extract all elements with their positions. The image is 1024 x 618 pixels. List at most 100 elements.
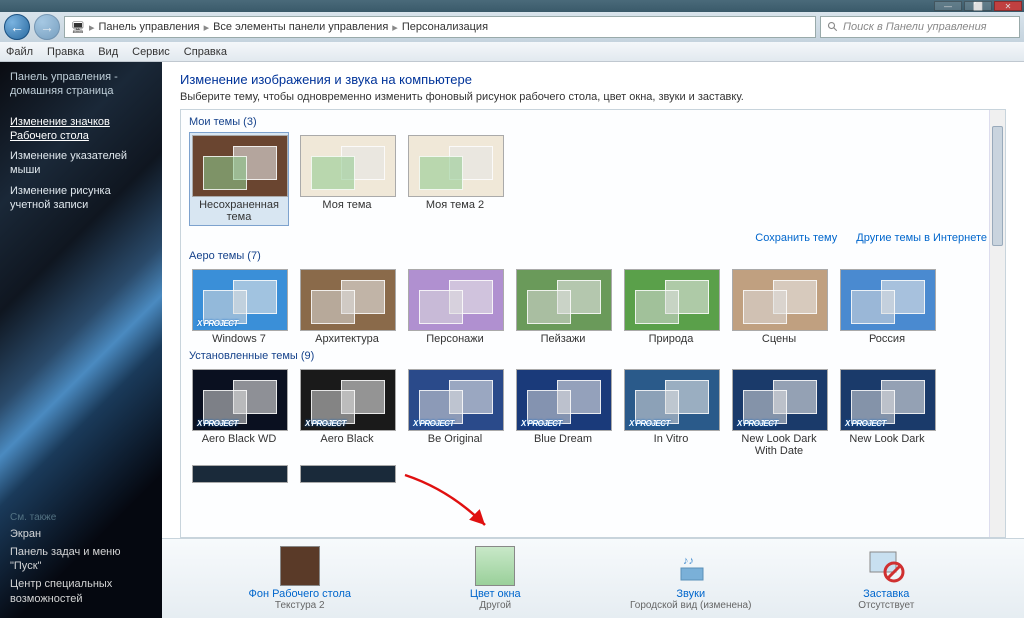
theme-label: Несохраненная тема — [192, 199, 286, 223]
option-label: Цвет окна — [425, 588, 565, 600]
menu-file[interactable]: Файл — [6, 46, 33, 58]
section-my-themes: Мои темы (3) — [189, 116, 997, 128]
theme-label: New Look Dark With Date — [732, 433, 826, 457]
theme-thumbnail: X PROJECT — [192, 269, 288, 331]
option-label: Заставка — [816, 588, 956, 600]
theme-label: Aero Black WD — [192, 433, 286, 445]
theme-thumbnail — [408, 269, 504, 331]
theme-item[interactable]: Пейзажи — [513, 266, 613, 348]
theme-thumbnail — [192, 135, 288, 197]
bottom-options-bar: Фон Рабочего стола Текстура 2 Цвет окна … — [162, 538, 1024, 618]
theme-label: In Vitro — [624, 433, 718, 445]
theme-label: Персонажи — [408, 333, 502, 345]
menu-edit[interactable]: Правка — [47, 46, 84, 58]
theme-item[interactable]: X PROJECTAero Black — [297, 366, 397, 460]
theme-item[interactable]: X PROJECT In Vitro — [621, 366, 721, 460]
theme-item[interactable]: X PROJECTAero Black WD — [189, 366, 289, 460]
theme-item[interactable]: Природа — [621, 266, 721, 348]
minimize-button[interactable]: — — [934, 1, 962, 11]
theme-thumbnail: X PROJECT — [300, 369, 396, 431]
theme-label: Моя тема 2 — [408, 199, 502, 211]
search-icon — [827, 21, 839, 33]
sounds-option[interactable]: ♪♪ Звуки Городской вид (изменена) — [621, 546, 761, 611]
theme-item[interactable] — [297, 462, 397, 488]
theme-item[interactable]: Персонажи — [405, 266, 505, 348]
theme-thumbnail: X PROJECT — [516, 369, 612, 431]
theme-thumbnail — [300, 135, 396, 197]
theme-thumbnail — [300, 465, 396, 483]
theme-item[interactable]: X PROJECTNew Look Dark With Date — [729, 366, 829, 460]
maximize-button[interactable]: ⬜ — [964, 1, 992, 11]
computer-icon: 🖥 — [71, 21, 85, 34]
option-label: Звуки — [621, 588, 761, 600]
forward-button[interactable]: → — [34, 14, 60, 40]
wallpaper-icon — [280, 546, 320, 586]
svg-text:♪♪: ♪♪ — [683, 555, 694, 567]
scrollbar[interactable] — [989, 110, 1005, 537]
menu-help[interactable]: Справка — [184, 46, 227, 58]
scroll-thumb[interactable] — [992, 126, 1003, 246]
sidebar-link-account-picture[interactable]: Изменение рисунка учетной записи — [10, 184, 152, 213]
breadcrumb[interactable]: Все элементы панели управления — [213, 21, 388, 33]
back-button[interactable]: ← — [4, 14, 30, 40]
sidebar: Панель управления - домашняя страница Из… — [0, 62, 162, 618]
theme-item[interactable]: Россия — [837, 266, 937, 348]
theme-thumbnail — [732, 269, 828, 331]
theme-label: Be Original — [408, 433, 502, 445]
theme-label: Сцены — [732, 333, 826, 345]
breadcrumb[interactable]: Панель управления — [99, 21, 200, 33]
color-swatch-icon — [475, 546, 515, 586]
desktop-background-option[interactable]: Фон Рабочего стола Текстура 2 — [230, 546, 370, 611]
option-label: Фон Рабочего стола — [230, 588, 370, 600]
theme-thumbnail: X PROJECT — [408, 369, 504, 431]
save-theme-link[interactable]: Сохранить тему — [755, 232, 837, 244]
theme-thumbnail — [840, 269, 936, 331]
menu-bar: Файл Правка Вид Сервис Справка — [0, 42, 1024, 62]
theme-label: Архитектура — [300, 333, 394, 345]
screensaver-option[interactable]: Заставка Отсутствует — [816, 546, 956, 611]
theme-item[interactable]: X PROJECT Be Original — [405, 366, 505, 460]
theme-item[interactable] — [189, 462, 289, 488]
address-bar[interactable]: 🖥 ▸ Панель управления ▸ Все элементы пан… — [64, 16, 816, 38]
breadcrumb[interactable]: Персонализация — [402, 21, 488, 33]
option-sub: Городской вид (изменена) — [621, 600, 761, 611]
search-input[interactable]: Поиск в Панели управления — [820, 16, 1020, 38]
theme-thumbnail: X PROJECT — [624, 369, 720, 431]
close-button[interactable]: ✕ — [994, 1, 1022, 11]
theme-thumbnail — [516, 269, 612, 331]
sidebar-link-ease-of-access[interactable]: Центр специальных возможностей — [10, 577, 152, 606]
option-sub: Текстура 2 — [230, 600, 370, 611]
theme-item[interactable]: Моя тема — [297, 132, 397, 226]
sidebar-home-link[interactable]: Панель управления - домашняя страница — [10, 70, 152, 99]
menu-view[interactable]: Вид — [98, 46, 118, 58]
sidebar-link-taskbar[interactable]: Панель задач и меню "Пуск" — [10, 545, 152, 574]
window-title-bar: — ⬜ ✕ — [0, 0, 1024, 12]
window-color-option[interactable]: Цвет окна Другой — [425, 546, 565, 611]
chevron-right-icon: ▸ — [392, 21, 398, 34]
theme-item[interactable]: Сцены — [729, 266, 829, 348]
theme-item[interactable]: X PROJECTNew Look Dark — [837, 366, 937, 460]
sidebar-see-also-header: См. также — [10, 512, 152, 523]
theme-thumbnail — [192, 465, 288, 483]
option-sub: Другой — [425, 600, 565, 611]
theme-item[interactable]: Моя тема 2 — [405, 132, 505, 226]
theme-item[interactable]: X PROJECTWindows 7 — [189, 266, 289, 348]
chevron-right-icon: ▸ — [89, 21, 95, 34]
screensaver-icon — [866, 546, 906, 586]
theme-item[interactable]: Архитектура — [297, 266, 397, 348]
theme-item[interactable]: Несохраненная тема — [189, 132, 289, 226]
sidebar-link-display[interactable]: Экран — [10, 527, 152, 541]
theme-item[interactable]: X PROJECTBlue Dream — [513, 366, 613, 460]
online-themes-link[interactable]: Другие темы в Интернете — [856, 232, 987, 244]
navigation-bar: ← → 🖥 ▸ Панель управления ▸ Все элементы… — [0, 12, 1024, 42]
sidebar-link-mouse-pointers[interactable]: Изменение указателей мыши — [10, 149, 152, 178]
option-sub: Отсутствует — [816, 600, 956, 611]
theme-thumbnail: X PROJECT — [840, 369, 936, 431]
theme-label: Россия — [840, 333, 934, 345]
theme-thumbnail: X PROJECT — [732, 369, 828, 431]
theme-thumbnail — [624, 269, 720, 331]
theme-thumbnail — [408, 135, 504, 197]
sidebar-link-desktop-icons[interactable]: Изменение значков Рабочего стола — [10, 115, 152, 144]
section-aero-themes: Аеро темы (7) — [189, 250, 997, 262]
menu-tools[interactable]: Сервис — [132, 46, 170, 58]
